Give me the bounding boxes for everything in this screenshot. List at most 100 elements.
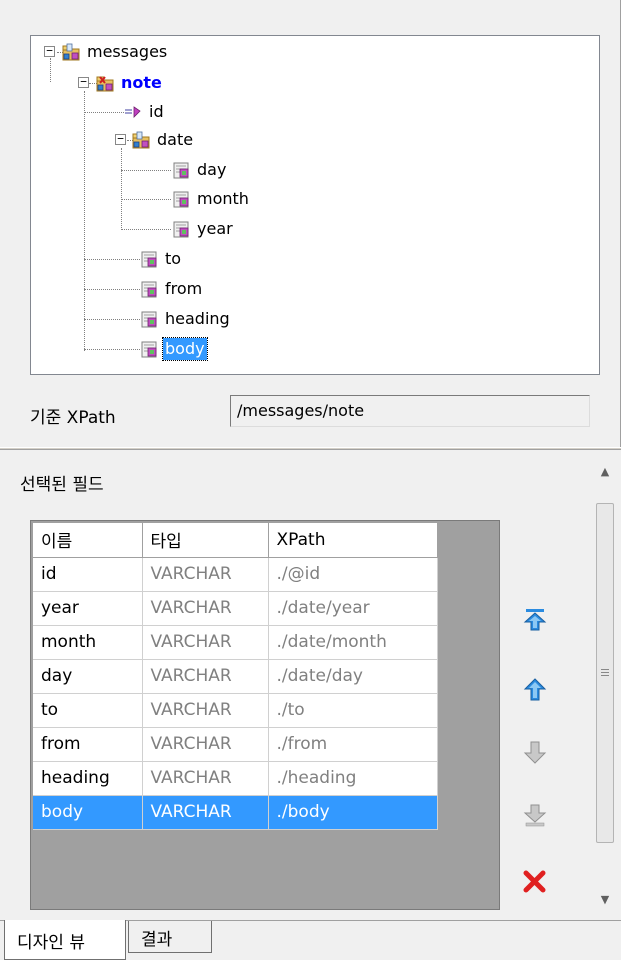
cell-name[interactable]: id	[33, 557, 143, 592]
cell-name[interactable]: body	[33, 795, 143, 830]
tree-node-label: messages	[87, 42, 168, 61]
selected-fields-title: 선택된 필드	[20, 475, 104, 495]
cell-xpath[interactable]: ./body	[268, 795, 438, 830]
tree-node-heading[interactable]: heading	[139, 307, 232, 331]
column-header-name[interactable]: 이름	[33, 523, 143, 558]
delete-field-button[interactable]	[520, 866, 550, 896]
tree-connector	[121, 148, 122, 230]
field-icon	[171, 160, 191, 180]
move-bottom-icon	[523, 804, 547, 827]
tree-node-body[interactable]: body	[139, 337, 208, 361]
move-up-button[interactable]	[520, 675, 550, 705]
tree-node-label: to	[165, 249, 182, 268]
tree-connector	[50, 58, 51, 82]
tree-node-label: year	[197, 219, 233, 238]
element-group-icon	[61, 42, 81, 62]
cell-type[interactable]: VARCHAR	[142, 557, 269, 592]
tree-node-label: heading	[165, 309, 230, 328]
cell-xpath[interactable]: ./date/month	[268, 625, 438, 660]
table-row[interactable]: day VARCHAR ./date/day	[33, 659, 438, 694]
fields-table: 이름 타입 XPath id VARCHAR ./@id year VARCHA…	[33, 523, 438, 830]
table-row[interactable]: from VARCHAR ./from	[33, 727, 438, 762]
base-xpath-field: /messages/note	[230, 395, 590, 427]
cell-xpath[interactable]: ./heading	[268, 761, 438, 796]
cell-name[interactable]: day	[33, 659, 143, 694]
table-row[interactable]: id VARCHAR ./@id	[33, 557, 438, 592]
cell-xpath[interactable]: ./from	[268, 727, 438, 762]
delete-icon	[523, 870, 546, 893]
base-xpath-label: 기준 XPath	[30, 408, 116, 428]
scroll-grip-icon	[601, 669, 609, 678]
table-row[interactable]: to VARCHAR ./to	[33, 693, 438, 728]
move-down-button[interactable]	[520, 737, 550, 767]
collapse-toggle[interactable]: −	[78, 76, 89, 88]
tree-node-date[interactable]: date	[131, 128, 195, 152]
table-row[interactable]: heading VARCHAR ./heading	[33, 761, 438, 796]
tree-node-label: date	[157, 130, 194, 149]
collapse-toggle[interactable]: −	[115, 133, 126, 145]
tree-node-messages[interactable]: messages	[61, 40, 169, 64]
cell-type[interactable]: VARCHAR	[142, 659, 269, 694]
vertical-scrollbar[interactable]: ▲ ▼	[594, 458, 616, 914]
tree-connector	[84, 112, 124, 113]
cell-name[interactable]: year	[33, 591, 143, 626]
tree-node-label: month	[197, 189, 249, 208]
cell-xpath[interactable]: ./to	[268, 693, 438, 728]
cell-type[interactable]: VARCHAR	[142, 795, 269, 830]
tree-node-id[interactable]: id	[123, 100, 166, 124]
collapse-toggle[interactable]: −	[44, 45, 55, 57]
column-header-xpath[interactable]: XPath	[268, 523, 438, 558]
tree-connector	[84, 91, 85, 351]
tree-node-label: note	[121, 73, 162, 92]
column-header-type[interactable]: 타입	[142, 523, 269, 558]
scroll-up-arrow[interactable]: ▲	[594, 462, 616, 482]
tree-connector	[84, 349, 140, 350]
tree-node-year[interactable]: year	[171, 217, 235, 241]
tree-node-label: day	[197, 160, 227, 179]
tree-node-day[interactable]: day	[171, 158, 228, 182]
field-icon	[139, 249, 159, 269]
tree-node-label: from	[165, 279, 203, 298]
cell-name[interactable]: heading	[33, 761, 143, 796]
selected-fields-grid[interactable]: 이름 타입 XPath id VARCHAR ./@id year VARCHA…	[30, 520, 500, 910]
scroll-down-arrow[interactable]: ▼	[594, 890, 616, 910]
move-down-icon	[523, 741, 547, 764]
cell-type[interactable]: VARCHAR	[142, 727, 269, 762]
cell-type[interactable]: VARCHAR	[142, 761, 269, 796]
field-icon	[139, 339, 159, 359]
tree-node-month[interactable]: month	[171, 187, 251, 211]
xml-tree-view[interactable]: − − − messages note id date day month ye…	[30, 35, 600, 375]
tree-node-to[interactable]: to	[139, 247, 183, 271]
field-icon	[139, 279, 159, 299]
scroll-thumb[interactable]	[596, 503, 614, 843]
cell-name[interactable]: to	[33, 693, 143, 728]
view-tab-bar: 디자인 뷰 결과	[0, 920, 621, 960]
move-top-button[interactable]	[520, 605, 550, 635]
move-bottom-button[interactable]	[520, 800, 550, 830]
tab-design-view[interactable]: 디자인 뷰	[4, 920, 126, 960]
field-icon	[171, 189, 191, 209]
tree-node-from[interactable]: from	[139, 277, 204, 301]
cell-name[interactable]: from	[33, 727, 143, 762]
cell-type[interactable]: VARCHAR	[142, 625, 269, 660]
tree-connector	[121, 199, 171, 200]
move-up-icon	[523, 678, 547, 701]
table-row[interactable]: month VARCHAR ./date/month	[33, 625, 438, 660]
field-icon	[139, 309, 159, 329]
tree-node-label: body	[162, 337, 208, 361]
cell-name[interactable]: month	[33, 625, 143, 660]
tree-connector	[121, 170, 171, 171]
cell-xpath[interactable]: ./date/year	[268, 591, 438, 626]
cell-xpath[interactable]: ./@id	[268, 557, 438, 592]
table-row[interactable]: year VARCHAR ./date/year	[33, 591, 438, 626]
move-top-icon	[523, 609, 547, 631]
cell-xpath[interactable]: ./date/day	[268, 659, 438, 694]
cell-type[interactable]: VARCHAR	[142, 591, 269, 626]
tree-node-note[interactable]: note	[95, 71, 164, 95]
table-row-selected[interactable]: body VARCHAR ./body	[33, 795, 438, 830]
tab-result[interactable]: 결과	[128, 921, 212, 953]
cell-type[interactable]: VARCHAR	[142, 693, 269, 728]
table-header-row: 이름 타입 XPath	[33, 523, 438, 558]
tree-connector	[84, 319, 140, 320]
tree-node-label: id	[149, 102, 164, 121]
